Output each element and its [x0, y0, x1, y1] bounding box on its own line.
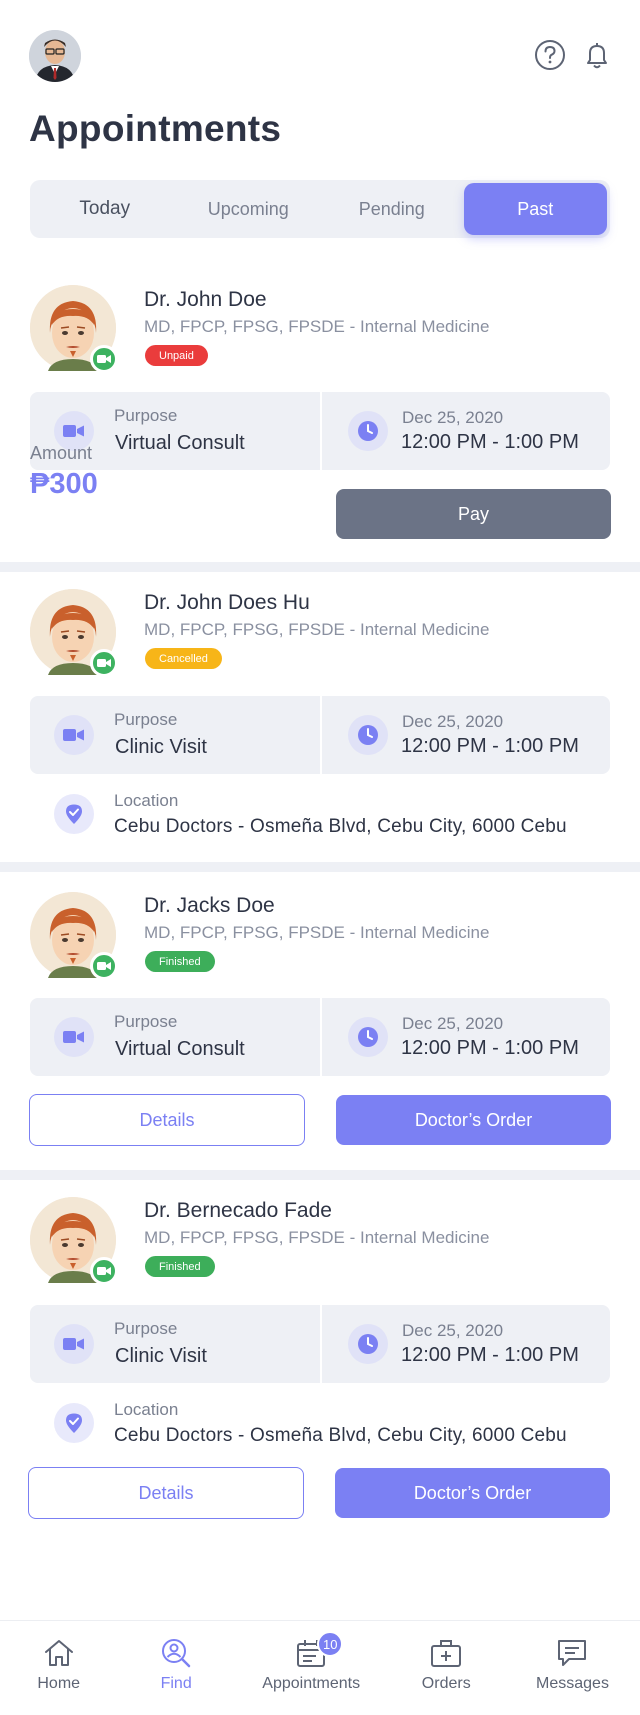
page-title: Appointments	[29, 108, 282, 149]
tab-upcoming[interactable]: Upcoming	[177, 183, 321, 235]
date-value: Dec 25, 2020	[402, 1014, 504, 1033]
doctor-name[interactable]: Dr. Bernecado Fade	[144, 1199, 332, 1223]
purpose-label: Purpose	[114, 710, 178, 729]
status-badge: Finished	[145, 951, 215, 972]
status-badge: Cancelled	[145, 648, 222, 669]
appointment-card: Dr. John Does Hu MD, FPCP, FPSG, FPSDE -…	[0, 572, 640, 862]
appointment-card: Dr. Bernecado Fade MD, FPCP, FPSG, FPSDE…	[0, 1180, 640, 1540]
details-button[interactable]: Details	[29, 1094, 305, 1146]
time-value: 12:00 PM - 1:00 PM	[401, 1037, 579, 1059]
location-check-icon	[54, 1403, 94, 1443]
bottom-nav: Home Find 10 Appointments Orders Message…	[0, 1620, 640, 1715]
clock-icon	[348, 1017, 388, 1057]
nav-find-label: Find	[160, 1675, 192, 1692]
video-camera-icon	[54, 1324, 94, 1364]
doctor-specialty: MD, FPCP, FPSG, FPSDE - Internal Medicin…	[144, 1228, 490, 1247]
appointment-info: Purpose Virtual Consult Dec 25, 2020 12:…	[30, 998, 610, 1076]
doctors-order-button[interactable]: Doctor’s Order	[335, 1468, 610, 1518]
doctor-specialty: MD, FPCP, FPSG, FPSDE - Internal Medicin…	[144, 317, 490, 336]
date-value: Dec 25, 2020	[402, 408, 504, 427]
date-value: Dec 25, 2020	[402, 1321, 504, 1340]
doctor-name[interactable]: Dr. Jacks Doe	[144, 894, 275, 918]
purpose-label: Purpose	[114, 1012, 178, 1031]
location-value: Cebu Doctors - Osmeña Blvd, Cebu City, 6…	[114, 816, 567, 837]
tab-past[interactable]: Past	[463, 183, 607, 235]
video-badge-icon	[90, 1257, 118, 1285]
doctor-name[interactable]: Dr. John Doe	[144, 288, 267, 312]
purpose-value: Virtual Consult	[115, 1038, 245, 1060]
appointment-info: Purpose Clinic Visit Dec 25, 2020 12:00 …	[30, 696, 610, 774]
nav-orders-label: Orders	[421, 1675, 471, 1692]
amount-label: Amount	[30, 443, 93, 463]
divider	[320, 998, 322, 1076]
nav-home[interactable]: Home	[0, 1621, 117, 1715]
pay-button[interactable]: Pay	[336, 489, 611, 539]
medical-bag-icon	[431, 1640, 462, 1667]
video-badge-icon	[90, 345, 118, 373]
location-label: Location	[114, 1400, 179, 1419]
details-button[interactable]: Details	[28, 1467, 304, 1519]
nav-orders[interactable]: Orders	[388, 1621, 505, 1715]
clock-icon	[348, 411, 388, 451]
location-check-icon	[54, 794, 94, 834]
help-circle-icon[interactable]	[533, 38, 567, 72]
bell-icon[interactable]	[580, 38, 614, 72]
header: Appointments	[0, 0, 640, 160]
message-icon	[558, 1640, 587, 1666]
appointment-info: Purpose Clinic Visit Dec 25, 2020 12:00 …	[30, 1305, 610, 1383]
clock-icon	[348, 1324, 388, 1364]
time-value: 12:00 PM - 1:00 PM	[401, 735, 579, 757]
nav-messages-label: Messages	[536, 1675, 609, 1692]
purpose-label: Purpose	[114, 406, 178, 425]
nav-appointments-label: Appointments	[262, 1675, 361, 1692]
divider	[320, 392, 322, 470]
video-camera-icon	[54, 715, 94, 755]
card-divider	[0, 1170, 640, 1180]
purpose-value: Clinic Visit	[115, 736, 207, 758]
status-badge: Finished	[145, 1256, 215, 1277]
purpose-value: Clinic Visit	[115, 1345, 207, 1367]
time-value: 12:00 PM - 1:00 PM	[401, 431, 579, 453]
find-doctor-icon	[162, 1639, 191, 1668]
appointment-tabs: Today Upcoming Pending Past	[30, 180, 610, 238]
date-value: Dec 25, 2020	[402, 712, 504, 731]
video-badge-icon	[90, 649, 118, 677]
tab-today[interactable]: Today	[33, 183, 177, 235]
doctor-specialty: MD, FPCP, FPSG, FPSDE - Internal Medicin…	[144, 923, 490, 942]
tab-pending[interactable]: Pending	[320, 183, 464, 235]
nav-appointments[interactable]: 10 Appointments	[235, 1621, 388, 1715]
nav-find[interactable]: Find	[117, 1621, 234, 1715]
video-badge-icon	[90, 952, 118, 980]
nav-home-label: Home	[37, 1675, 81, 1692]
card-divider	[0, 562, 640, 572]
user-avatar[interactable]	[29, 30, 81, 82]
card-divider	[0, 862, 640, 872]
home-icon	[44, 1640, 73, 1666]
status-badge: Unpaid	[145, 345, 208, 366]
doctors-order-button[interactable]: Doctor’s Order	[336, 1095, 611, 1145]
appointment-card: Dr. Jacks Doe MD, FPCP, FPSG, FPSDE - In…	[0, 872, 640, 1170]
divider	[320, 696, 322, 774]
purpose-value: Virtual Consult	[115, 432, 245, 454]
doctor-specialty: MD, FPCP, FPSG, FPSDE - Internal Medicin…	[144, 620, 490, 639]
appointments-count-badge: 10	[317, 1631, 344, 1657]
doctor-avatar	[30, 1197, 118, 1285]
nav-messages[interactable]: Messages	[505, 1621, 640, 1715]
amount-value: ₱300	[30, 468, 98, 500]
doctor-avatar	[30, 892, 118, 980]
time-value: 12:00 PM - 1:00 PM	[401, 1344, 579, 1366]
purpose-label: Purpose	[114, 1319, 178, 1338]
appointment-card: Dr. John Doe MD, FPCP, FPSG, FPSDE - Int…	[0, 270, 640, 562]
doctor-avatar	[30, 285, 118, 373]
appointment-info: Purpose Virtual Consult Dec 25, 2020 12:…	[30, 392, 610, 470]
clock-icon	[348, 715, 388, 755]
divider	[320, 1305, 322, 1383]
video-camera-icon	[54, 1017, 94, 1057]
doctor-name[interactable]: Dr. John Does Hu	[144, 591, 310, 615]
doctor-avatar	[30, 589, 118, 677]
location-label: Location	[114, 791, 179, 810]
location-value: Cebu Doctors - Osmeña Blvd, Cebu City, 6…	[114, 1425, 567, 1446]
